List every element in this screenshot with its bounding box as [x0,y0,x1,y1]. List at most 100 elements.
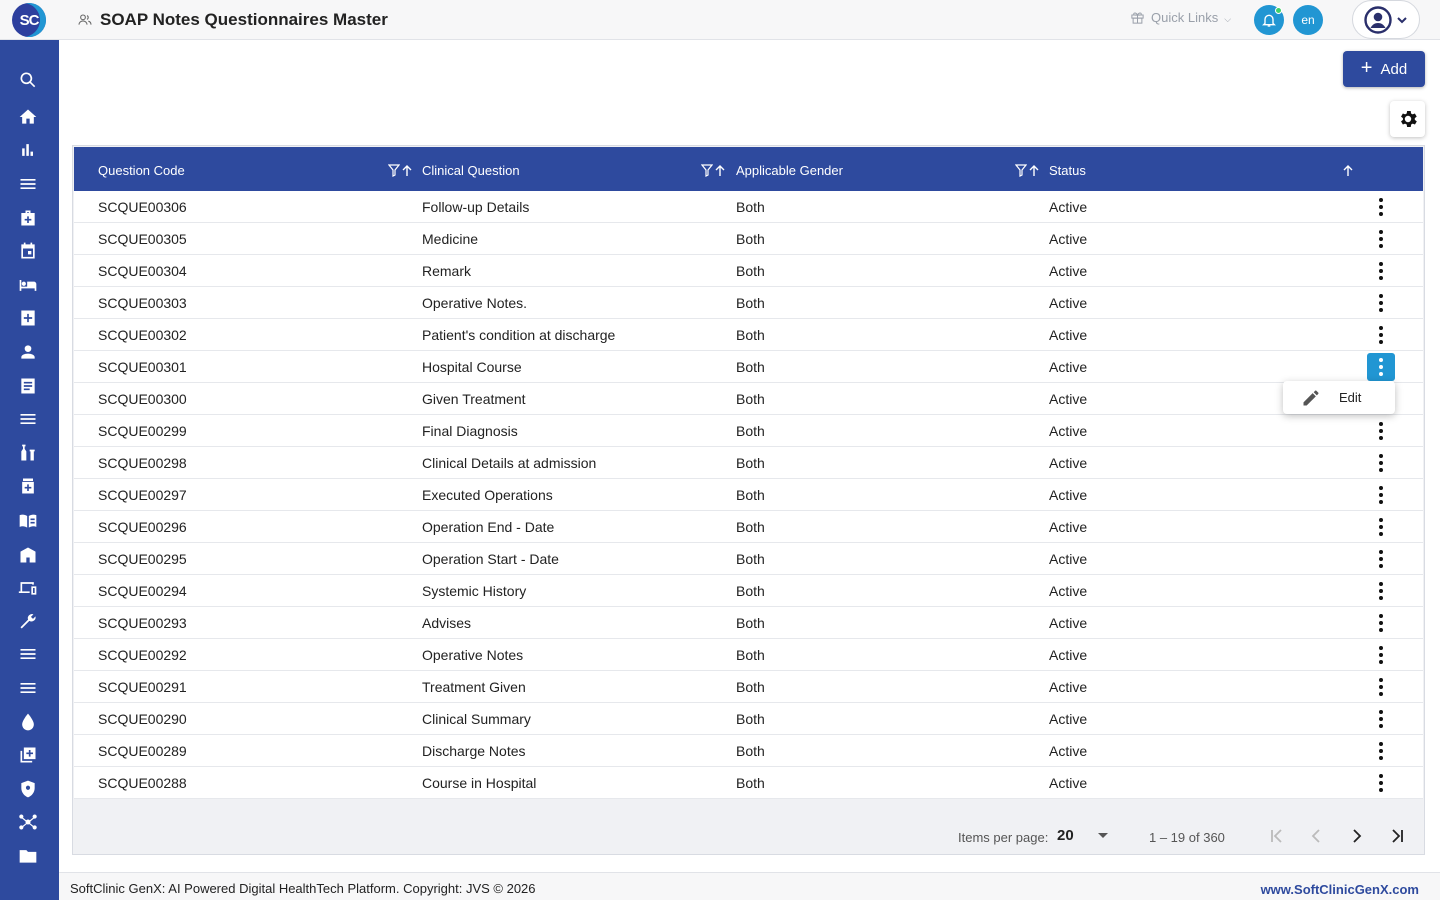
row-actions-button[interactable] [1367,577,1395,605]
medical-plus-icon[interactable] [17,307,39,329]
table-row[interactable]: SCQUE00292 Operative Notes Both Active [74,639,1423,671]
table-row[interactable]: SCQUE00295 Operation Start - Date Both Acti… [74,543,1423,575]
gender-cell: Both [736,583,765,599]
table-row[interactable]: SCQUE00302 Patient's condition at dischar… [74,319,1423,351]
caret-down-icon[interactable] [1098,833,1108,838]
table-settings-button[interactable] [1390,101,1425,137]
building-icon[interactable] [17,544,39,566]
status-cell: Active [1049,391,1088,407]
sort-arrow-up-icon[interactable] [1028,164,1040,177]
shield-icon[interactable] [17,778,39,800]
table-row[interactable]: SCQUE00291 Treatment Given Both Active [74,671,1423,703]
book-icon[interactable] [17,510,39,532]
menu-icon[interactable] [17,643,39,665]
notifications-button[interactable] [1254,5,1284,35]
row-actions-button[interactable] [1367,417,1395,445]
water-drop-icon[interactable] [17,711,39,733]
next-page-button[interactable] [1344,824,1368,848]
quick-links-dropdown[interactable]: Quick Links ⌵ [1130,10,1231,25]
table-row[interactable]: SCQUE00300 Given Treatment Both Active [74,383,1423,415]
bar-chart-icon[interactable] [17,139,39,161]
wrench-icon[interactable] [17,610,39,632]
hub-icon[interactable] [17,811,39,833]
row-actions-button[interactable] [1367,289,1395,317]
table-row[interactable]: SCQUE00290 Clinical Summary Both Active [74,703,1423,735]
folder-icon[interactable] [17,845,39,867]
more-vert-icon [1379,518,1383,536]
table-row[interactable]: SCQUE00305 Medicine Both Active [74,223,1423,255]
question-code-cell: SCQUE00292 [98,647,187,663]
status-cell: Active [1049,295,1088,311]
table-row[interactable]: SCQUE00303 Operative Notes. Both Active [74,287,1423,319]
row-actions-button[interactable] [1367,225,1395,253]
row-actions-button[interactable] [1367,513,1395,541]
add-button[interactable]: + Add [1343,51,1425,87]
table-row[interactable]: SCQUE00296 Operation End - Date Both Active [74,511,1423,543]
profile-menu-button[interactable] [1352,0,1420,39]
gender-cell: Both [736,519,765,535]
table-row[interactable]: SCQUE00306 Follow-up Details Both Active [74,191,1423,223]
pharmacy-icon[interactable] [17,475,39,497]
sort-arrow-up-icon[interactable] [401,164,413,177]
row-actions-button[interactable] [1367,673,1395,701]
filter-icon[interactable] [701,164,713,177]
last-page-button[interactable] [1385,824,1409,848]
language-button[interactable]: en [1293,5,1323,35]
previous-page-button[interactable] [1305,824,1329,848]
row-actions-button[interactable] [1367,609,1395,637]
table-row[interactable]: SCQUE00298 Clinical Details at admission B… [74,447,1423,479]
table-row[interactable]: SCQUE00289 Discharge Notes Both Active [74,735,1423,767]
row-actions-button[interactable] [1367,353,1395,381]
row-actions-button[interactable] [1367,321,1395,349]
column-header-applicable-gender[interactable]: Applicable Gender [736,163,843,178]
devices-icon[interactable] [17,577,39,599]
home-icon[interactable] [17,106,39,128]
filter-icon[interactable] [388,164,400,177]
table-row[interactable]: SCQUE00297 Executed Operations Both Active [74,479,1423,511]
row-actions-button[interactable] [1367,193,1395,221]
row-actions-button[interactable] [1367,737,1395,765]
first-page-button[interactable] [1265,824,1289,848]
column-header-question-code[interactable]: Question Code [98,163,185,178]
gender-cell: Both [736,327,765,343]
filter-icon[interactable] [1015,164,1027,177]
lab-icon[interactable] [17,442,39,464]
medical-bag-icon[interactable] [17,207,39,229]
sort-arrow-up-icon[interactable] [1342,164,1354,177]
menu-icon[interactable] [17,677,39,699]
chevron-down-icon: ⌵ [1224,14,1232,24]
status-cell: Active [1049,423,1088,439]
app-logo[interactable]: SC [12,3,46,37]
row-actions-button[interactable] [1367,449,1395,477]
row-actions-button[interactable] [1367,481,1395,509]
person-icon[interactable] [17,341,39,363]
document-icon[interactable] [17,375,39,397]
column-header-clinical-question[interactable]: Clinical Question [422,163,520,178]
page-size-select[interactable]: 20 [1057,827,1074,844]
menu-icon[interactable] [17,173,39,195]
table-row[interactable]: SCQUE00294 Systemic History Both Active [74,575,1423,607]
row-actions-button[interactable] [1367,545,1395,573]
bed-icon[interactable] [17,274,39,296]
menu-icon[interactable] [17,408,39,430]
column-actions [701,164,726,177]
column-header-status[interactable]: Status [1049,163,1086,178]
edit-menu-item[interactable]: Edit [1339,390,1361,405]
table-row[interactable]: SCQUE00301 Hospital Course Both Active [74,351,1423,383]
row-actions-button[interactable] [1367,769,1395,797]
status-cell: Active [1049,231,1088,247]
table-row[interactable]: SCQUE00288 Course in Hospital Both Active [74,767,1423,799]
table-row[interactable]: SCQUE00304 Remark Both Active [74,255,1423,287]
more-vert-icon [1379,550,1383,568]
search-icon[interactable] [17,69,39,91]
website-link[interactable]: www.SoftClinicGenX.com [1261,882,1419,897]
sort-arrow-up-icon[interactable] [714,164,726,177]
add-box-icon[interactable] [17,744,39,766]
row-actions-button[interactable] [1367,705,1395,733]
more-vert-icon [1379,262,1383,280]
row-actions-button[interactable] [1367,257,1395,285]
table-row[interactable]: SCQUE00299 Final Diagnosis Both Active [74,415,1423,447]
table-row[interactable]: SCQUE00293 Advises Both Active [74,607,1423,639]
row-actions-button[interactable] [1367,641,1395,669]
calendar-icon[interactable] [17,240,39,262]
